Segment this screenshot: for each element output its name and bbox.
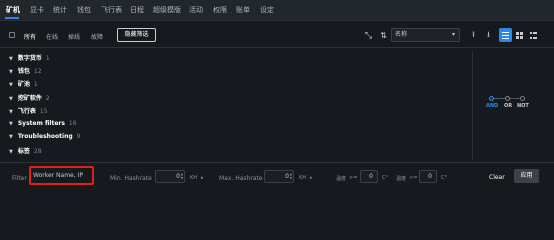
group-count: 28 xyxy=(33,148,42,155)
filter-label: Filter xyxy=(12,175,27,182)
group-tags[interactable]: ▼ 标签 28 xyxy=(9,146,42,155)
logic-or-label[interactable]: OR xyxy=(504,103,512,109)
grid-view-icon xyxy=(516,31,523,39)
temp-min-unit: C° xyxy=(382,175,388,181)
min-hashrate-input[interactable]: 0 ▲ ▼ xyxy=(155,170,185,183)
stepper-icon[interactable]: ▲ ▼ xyxy=(290,172,292,180)
grid-view-button[interactable] xyxy=(513,28,526,42)
min-unit-caret-icon[interactable]: ▸ xyxy=(201,175,204,181)
group-label: System filters xyxy=(17,120,65,127)
group-wallets[interactable]: ▼ 钱包 12 xyxy=(9,66,42,75)
temp-min-input[interactable]: 0 xyxy=(360,170,378,183)
group-label: 钱包 xyxy=(17,68,30,75)
sort-select[interactable]: 名称 ▾ xyxy=(391,28,460,42)
chevron-down-icon: ▼ xyxy=(9,134,13,140)
group-count: 9 xyxy=(76,133,81,140)
group-label: 标签 xyxy=(17,148,30,155)
nav-item-super-templates[interactable]: 超级模版 xyxy=(153,5,181,15)
temp-min-label: 温度 xyxy=(336,176,347,182)
toolbar-divider xyxy=(0,47,554,48)
nav-item-flight-sheets[interactable]: 飞行表 xyxy=(101,5,122,15)
temp-max-input[interactable]: 0 xyxy=(419,170,437,183)
apply-button[interactable]: 应用 xyxy=(514,169,539,183)
max-hashrate-label: Max. Hashrate xyxy=(219,175,263,182)
worker-search-field[interactable] xyxy=(29,166,94,185)
group-count: 12 xyxy=(33,68,42,75)
group-troubleshooting[interactable]: ▼ Troubleshooting 9 xyxy=(9,133,80,140)
temp-min-value: 0 xyxy=(369,173,373,180)
chevron-down-icon: ▼ xyxy=(9,82,13,88)
group-count: 1 xyxy=(45,55,50,62)
sort-icon[interactable]: ⇅ xyxy=(377,29,390,42)
stepper-icon[interactable]: ▲ ▼ xyxy=(181,172,183,180)
chevron-down-icon: ▼ xyxy=(9,109,13,115)
temp-max-unit: C° xyxy=(441,175,447,181)
top-nav: 矿机 显卡 统计 钱包 飞行表 日程 超级模版 活动 权限 账单 设定 xyxy=(0,0,554,21)
temp-max-label: 温度 xyxy=(396,176,407,182)
chevron-down-icon: ▼ xyxy=(9,69,13,75)
max-unit-caret-icon[interactable]: ▸ xyxy=(310,175,313,181)
filter-all[interactable]: 所有 xyxy=(24,32,36,41)
group-count: 16 xyxy=(68,120,77,127)
logic-and-label[interactable]: AND xyxy=(486,103,498,109)
nav-item-settings[interactable]: 设定 xyxy=(260,5,274,15)
filter-error[interactable]: 故障 xyxy=(91,32,103,41)
logic-or-radio[interactable] xyxy=(505,96,510,101)
group-count: 15 xyxy=(39,108,48,115)
group-pools[interactable]: ▼ 矿池 1 xyxy=(9,79,38,88)
chevron-down-icon: ▼ xyxy=(9,149,13,155)
download-icon[interactable]: ⭳ xyxy=(482,29,495,42)
list-view-icon xyxy=(502,31,509,39)
active-tab-indicator xyxy=(5,17,19,19)
group-label: 矿池 xyxy=(17,81,30,88)
logic-not-label[interactable]: NOT xyxy=(517,103,529,109)
logic-not-radio[interactable] xyxy=(520,96,525,101)
nav-item-stats[interactable]: 统计 xyxy=(53,5,67,15)
chevron-down-icon: ▾ xyxy=(451,31,455,38)
worker-search-input[interactable] xyxy=(33,171,91,180)
group-flight-sheets[interactable]: ▼ 飞行表 15 xyxy=(9,106,48,115)
filter-offline[interactable]: 掉线 xyxy=(68,32,80,41)
max-hashrate-unit: KH xyxy=(299,175,307,181)
nav-item-miners[interactable]: 矿机 xyxy=(6,5,20,15)
min-hashrate-value: 0 xyxy=(176,173,180,180)
temp-max-value: 0 xyxy=(428,173,432,180)
collapse-icon[interactable]: ⤡ xyxy=(362,29,375,42)
chevron-down-icon: ▼ xyxy=(9,56,13,62)
list-view-button[interactable] xyxy=(499,28,512,42)
group-label: 飞行表 xyxy=(17,108,36,115)
hide-filter-button[interactable]: 隐藏筛选 xyxy=(117,28,156,42)
nav-item-gpus[interactable]: 显卡 xyxy=(30,5,44,15)
group-count: 1 xyxy=(33,81,38,88)
compact-view-button[interactable] xyxy=(527,28,540,42)
max-hashrate-value: 0 xyxy=(285,173,289,180)
temp-min-operator: >= xyxy=(349,175,358,181)
group-label: 数字货币 xyxy=(17,55,42,62)
max-hashrate-input[interactable]: 0 ▲ ▼ xyxy=(264,170,294,183)
clear-button[interactable]: Clear xyxy=(489,174,505,181)
nav-item-wallets[interactable]: 钱包 xyxy=(77,5,91,15)
select-all-checkbox[interactable] xyxy=(9,32,15,38)
nav-item-activity[interactable]: 活动 xyxy=(189,5,203,15)
nav-item-permissions[interactable]: 权限 xyxy=(213,5,227,15)
sort-select-value: 名称 xyxy=(395,31,408,38)
min-hashrate-unit: KH xyxy=(190,175,198,181)
panel-divider xyxy=(472,51,473,160)
nav-item-billing[interactable]: 账单 xyxy=(236,5,250,15)
temp-max-operator: <= xyxy=(409,175,418,181)
group-system-filters[interactable]: ▼ System filters 16 xyxy=(9,120,77,127)
nav-item-schedule[interactable]: 日程 xyxy=(130,5,144,15)
logic-and-radio[interactable] xyxy=(489,96,494,101)
chevron-down-icon: ▼ xyxy=(9,96,13,102)
group-label: 挖矿软件 xyxy=(17,95,42,102)
filter-online[interactable]: 在线 xyxy=(46,32,58,41)
group-currency[interactable]: ▼ 数字货币 1 xyxy=(9,53,50,62)
chevron-down-icon: ▼ xyxy=(9,121,13,127)
compact-view-icon xyxy=(530,31,537,39)
min-hashrate-label: Min. Hashrate xyxy=(110,175,152,182)
group-count: 2 xyxy=(45,95,50,102)
group-label: Troubleshooting xyxy=(17,133,73,140)
group-miner-software[interactable]: ▼ 挖矿软件 2 xyxy=(9,93,50,102)
upload-icon[interactable]: ⭱ xyxy=(467,29,480,42)
